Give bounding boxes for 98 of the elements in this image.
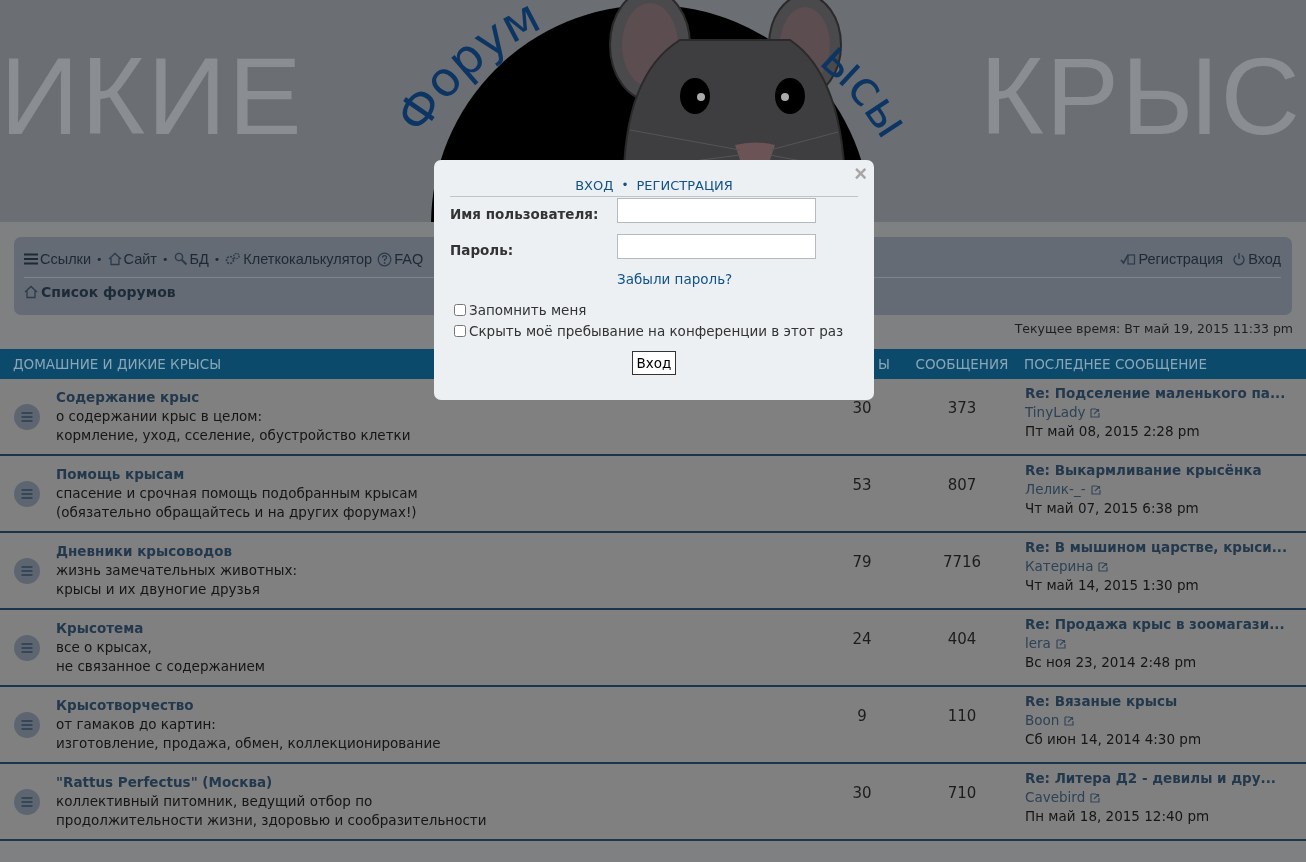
post-time: Пн май 18, 2015 12:40 pm	[1025, 807, 1211, 826]
nav-link[interactable]: Вход	[1232, 251, 1281, 267]
view-post-icon[interactable]	[1090, 484, 1101, 495]
forum-icon	[14, 403, 40, 430]
forum-description: продолжительности жизни, здоровью и сообразительности	[56, 811, 487, 830]
forum-description: крысы и их двуногие друзья	[56, 580, 261, 599]
register-icon	[1120, 252, 1137, 266]
topic-count: 30	[852, 399, 872, 419]
forum-icon	[14, 711, 40, 738]
forum-title[interactable]: Помощь крысам	[56, 465, 418, 484]
forum-description: изготовление, продажа, обмен, коллекционирование	[56, 734, 441, 753]
nav-link[interactable]: Ссылки	[24, 251, 92, 267]
field-label: Пароль:	[450, 242, 515, 258]
last-post-link[interactable]: Re: Выкармливание крысёнка	[1025, 461, 1306, 480]
post-count: 710	[947, 784, 977, 804]
post-count: 110	[947, 707, 977, 727]
forum-description: о содержании крыс в целом:	[56, 407, 263, 426]
last-post-link[interactable]: Re: В мышином царстве, крыси...	[1025, 538, 1306, 557]
checkbox[interactable]	[454, 324, 466, 337]
post-count: 404	[947, 630, 977, 650]
topic-count: 30	[852, 784, 872, 804]
nav-link[interactable]: FAQ	[377, 251, 424, 267]
author-link[interactable]: Boon	[1025, 711, 1060, 730]
author-link[interactable]: Лелик-_-	[1025, 480, 1086, 499]
forum-icon	[14, 634, 40, 661]
topic-count: 79	[852, 553, 872, 573]
search-icon	[173, 252, 188, 266]
post-count: 7716	[942, 553, 982, 573]
post-time: Вс ноя 23, 2014 2:48 pm	[1025, 653, 1198, 672]
post-time: Пт май 08, 2015 2:28 pm	[1025, 422, 1201, 441]
view-post-icon[interactable]	[1090, 407, 1101, 418]
forum-description: спасение и срочная помощь подобранным крысам	[56, 484, 418, 503]
separator: •	[96, 252, 103, 266]
post-time: Сб июн 14, 2014 4:30 pm	[1025, 730, 1203, 749]
breadcrumb-link[interactable]: Список форумов	[24, 284, 176, 300]
last-post-link[interactable]: Re: Подселение маленького па...	[1025, 384, 1306, 403]
last-post-link[interactable]: Re: Литера Д2 - девилы и дру...	[1025, 769, 1306, 788]
separator: •	[213, 252, 221, 266]
current-time: Текущее время: Вт май 19, 2015 11:33 pm	[1014, 321, 1293, 338]
post-time: Чт май 14, 2015 1:30 pm	[1025, 576, 1200, 595]
separator: •	[621, 178, 629, 193]
view-post-icon[interactable]	[1055, 638, 1066, 649]
column-header: СООБЩЕНИЯ	[914, 356, 1010, 372]
last-post-link[interactable]: Re: Продажа крыс в зоомагази...	[1025, 615, 1306, 634]
forgot-password-link[interactable]: Забыли пароль?	[617, 271, 733, 287]
help-icon	[377, 251, 393, 267]
forum-description: не связанное с содержанием	[56, 657, 265, 676]
forum-icon	[14, 788, 40, 815]
menu-icon	[24, 253, 38, 265]
forum-description: все о крысах,	[56, 638, 153, 657]
home-icon	[107, 252, 122, 266]
view-post-icon[interactable]	[1064, 715, 1075, 726]
forum-icon	[14, 557, 40, 584]
view-post-icon[interactable]	[1090, 792, 1101, 803]
topic-count: 24	[852, 630, 872, 650]
forum-icon	[14, 480, 40, 507]
forum-description: от гамаков до картин:	[56, 715, 217, 734]
nav-link[interactable]: БД	[173, 251, 209, 267]
input-field[interactable]	[617, 234, 816, 259]
login-tab[interactable]: ВХОД	[575, 178, 614, 193]
column-header: ДОМАШНИЕ И ДИКИЕ КРЫСЫ	[12, 356, 222, 372]
separator: •	[162, 252, 169, 266]
last-post-link[interactable]: Re: Вязаные крысы	[1025, 692, 1306, 711]
forum-description: жизнь замечательных животных:	[56, 561, 297, 580]
login-button[interactable]: Вход	[631, 351, 677, 375]
forum-title[interactable]: Дневники крысоводов	[56, 542, 297, 561]
topic-count: 53	[852, 476, 872, 496]
input-field[interactable]	[617, 198, 816, 223]
post-time: Чт май 07, 2015 6:38 pm	[1025, 499, 1200, 518]
power-icon	[1232, 252, 1247, 266]
nav-link[interactable]: Сайт	[107, 251, 157, 267]
register-tab[interactable]: РЕГИСТРАЦИЯ	[636, 178, 733, 193]
gears-icon	[225, 252, 242, 266]
forum-title[interactable]: Крысотема	[56, 619, 265, 638]
view-post-icon[interactable]	[1098, 561, 1109, 572]
author-link[interactable]: Cavebird	[1025, 788, 1086, 807]
checkbox-label: Запомнить меня	[469, 301, 587, 318]
post-count: 807	[947, 476, 977, 496]
home-icon	[24, 285, 38, 299]
checkbox-label: Скрыть моё пребывание на конференции в этот раз	[469, 322, 844, 339]
nav-link[interactable]: Клеткокалькулятор	[225, 251, 373, 267]
field-label: Имя пользователя:	[450, 206, 600, 222]
column-header: ПОСЛЕДНЕЕ СООБЩЕНИЕ	[1023, 356, 1208, 372]
author-link[interactable]: Катерина	[1025, 557, 1094, 576]
forum-title[interactable]: "Rattus Perfectus" (Москва)	[56, 773, 487, 792]
forum-description: кормление, уход, сселение, обустройство клетки	[56, 426, 411, 445]
close-button[interactable]: ×	[852, 163, 869, 185]
author-link[interactable]: TinyLady	[1025, 403, 1086, 422]
forum-title[interactable]: Содержание крыс	[56, 388, 411, 407]
forum-description: (обязательно обращайтесь и на других форумах!)	[56, 503, 418, 522]
author-link[interactable]: lera	[1025, 634, 1051, 653]
column-header: Ы	[878, 356, 891, 372]
forum-title[interactable]: Крысотворчество	[56, 696, 441, 715]
nav-link[interactable]: Регистрация	[1120, 251, 1224, 267]
topic-count: 9	[857, 707, 867, 727]
post-count: 373	[947, 399, 977, 419]
forum-description: коллективный питомник, ведущий отбор по	[56, 792, 374, 811]
checkbox[interactable]	[454, 303, 466, 316]
